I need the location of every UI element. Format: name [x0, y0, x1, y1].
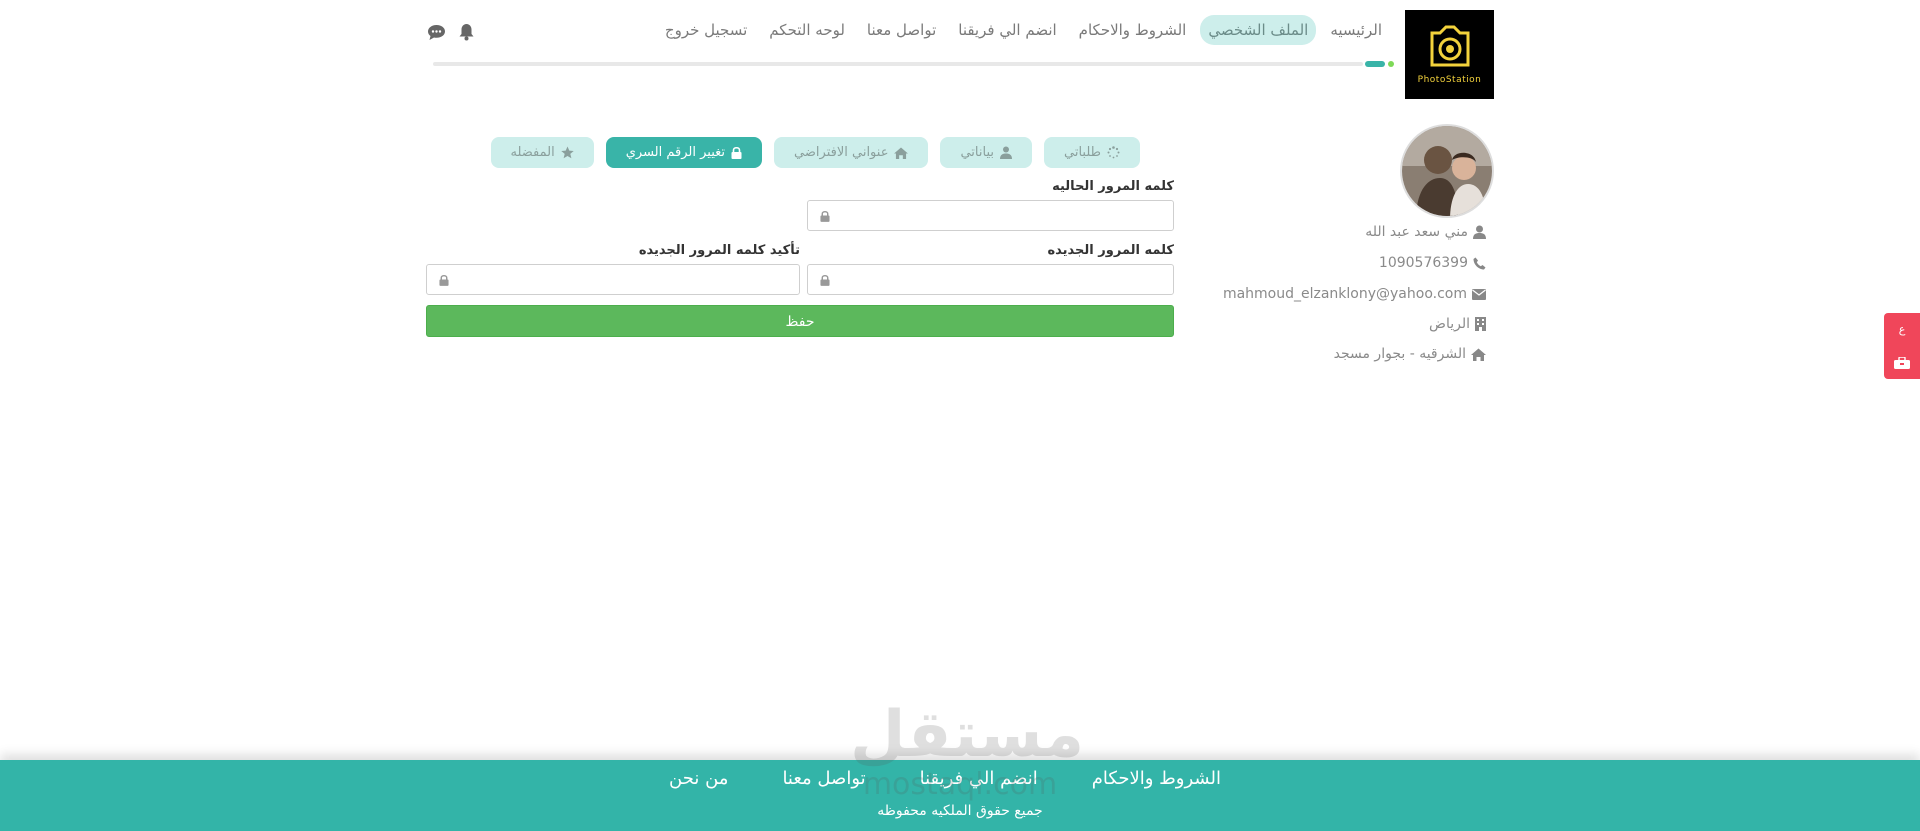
nav-item-terms[interactable]: الشروط والاحكام [1071, 15, 1195, 45]
lock-icon [820, 210, 830, 222]
tab-favorites-label: المفضله [510, 145, 555, 160]
site-logo[interactable]: PhotoStation [1405, 10, 1494, 99]
profile-city-text: الرياض [1429, 316, 1470, 332]
footer-link-about[interactable]: من نحن [669, 768, 728, 789]
profile-email: mahmoud_elzanklony@yahoo.com [1223, 286, 1486, 302]
chat-icon[interactable] [426, 22, 446, 42]
side-widget-label: ع [1898, 323, 1906, 337]
star-icon [561, 146, 574, 159]
progress-track [433, 62, 1363, 66]
user-icon [1473, 225, 1486, 239]
footer-link-terms[interactable]: الشروط والاحكام [1092, 768, 1221, 789]
lock-icon [731, 146, 742, 159]
nav-item-profile[interactable]: الملف الشخصي [1200, 15, 1317, 45]
tab-orders[interactable]: طلباتي [1044, 137, 1140, 168]
confirm-password-field[interactable] [426, 264, 800, 295]
profile-tabs: طلباتي بياناتي عنواني الافتراضي تغيير ال… [490, 137, 1140, 168]
tab-favorites[interactable]: المفضله [490, 137, 594, 168]
home-icon [894, 146, 909, 159]
nav-item-dashboard[interactable]: لوحه التحكم [761, 15, 853, 45]
cart-icon [1894, 356, 1910, 369]
footer: الشروط والاحكام انضم الي فريقنا تواصل مع… [0, 760, 1920, 831]
footer-link-contact[interactable]: تواصل معنا [782, 768, 865, 789]
home-icon [1471, 348, 1486, 361]
nav-item-contact[interactable]: تواصل معنا [859, 15, 944, 45]
tab-my-data[interactable]: بياناتي [940, 137, 1032, 168]
tab-default-address-label: عنواني الافتراضي [794, 145, 889, 160]
profile-name-text: مني سعد عبد الله [1365, 224, 1468, 240]
phone-icon [1473, 257, 1486, 269]
tab-orders-label: طلباتي [1064, 145, 1101, 160]
spinner-icon [1107, 146, 1120, 159]
tab-default-address[interactable]: عنواني الافتراضي [774, 137, 929, 168]
side-widget[interactable]: ع [1884, 313, 1920, 379]
footer-links: الشروط والاحكام انضم الي فريقنا تواصل مع… [0, 768, 1920, 789]
progress-dot [1388, 61, 1394, 67]
new-password-field[interactable] [807, 264, 1174, 295]
nav-item-join-team[interactable]: انضم الي فريقنا [950, 15, 1064, 45]
tab-change-password-label: تغيير الرقم السري [625, 145, 726, 160]
lock-icon [820, 274, 830, 286]
footer-copyright: جميع حقوق الملكيه محفوظه [877, 803, 1043, 819]
bell-icon[interactable] [456, 22, 476, 42]
header-icons [426, 22, 476, 42]
logo-text: PhotoStation [1417, 74, 1482, 85]
profile-city: الرياض [1429, 316, 1486, 332]
tab-change-password[interactable]: تغيير الرقم السري [605, 137, 763, 168]
profile-name: مني سعد عبد الله [1365, 224, 1486, 240]
current-password-label: كلمه المرور الحاليه [1052, 179, 1174, 194]
profile-email-text: mahmoud_elzanklony@yahoo.com [1222, 286, 1467, 302]
tab-my-data-label: بياناتي [960, 145, 994, 160]
building-icon [1475, 317, 1486, 331]
camera-logo-icon [1430, 25, 1469, 66]
save-button[interactable]: حفظ [426, 305, 1174, 337]
lock-icon [439, 274, 449, 286]
nav-item-logout[interactable]: تسجيل خروج [657, 15, 755, 45]
profile-address-text: الشرقيه - بجوار مسجد [1333, 346, 1466, 362]
profile-phone: 1090576399 [1379, 255, 1486, 271]
current-password-field[interactable] [807, 200, 1174, 231]
profile-address: الشرقيه - بجوار مسجد [1334, 346, 1486, 362]
confirm-password-label: تأكيد كلمه المرور الجديده [638, 243, 800, 258]
main-nav: الرئيسيه الملف الشخصي الشروط والاحكام ان… [657, 15, 1390, 45]
avatar [1400, 124, 1494, 218]
footer-link-join-team[interactable]: انضم الي فريقنا [920, 768, 1038, 789]
nav-item-home[interactable]: الرئيسيه [1322, 15, 1390, 45]
progress-fill [1365, 61, 1385, 67]
new-password-label: كلمه المرور الجديده [1047, 243, 1174, 258]
envelope-icon [1472, 288, 1486, 300]
user-icon [1000, 146, 1012, 159]
profile-phone-text: 1090576399 [1378, 255, 1468, 271]
